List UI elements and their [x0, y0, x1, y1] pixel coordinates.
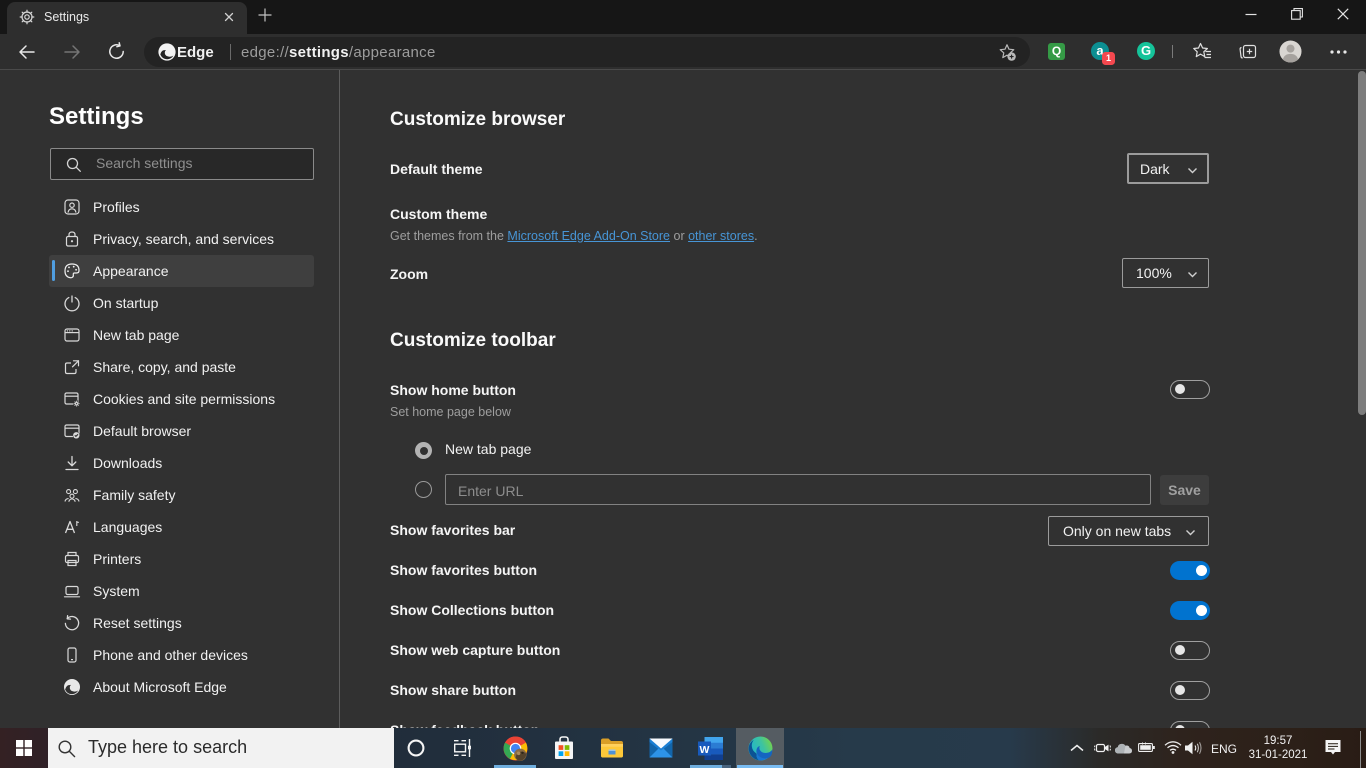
svg-text:W: W	[700, 744, 710, 756]
